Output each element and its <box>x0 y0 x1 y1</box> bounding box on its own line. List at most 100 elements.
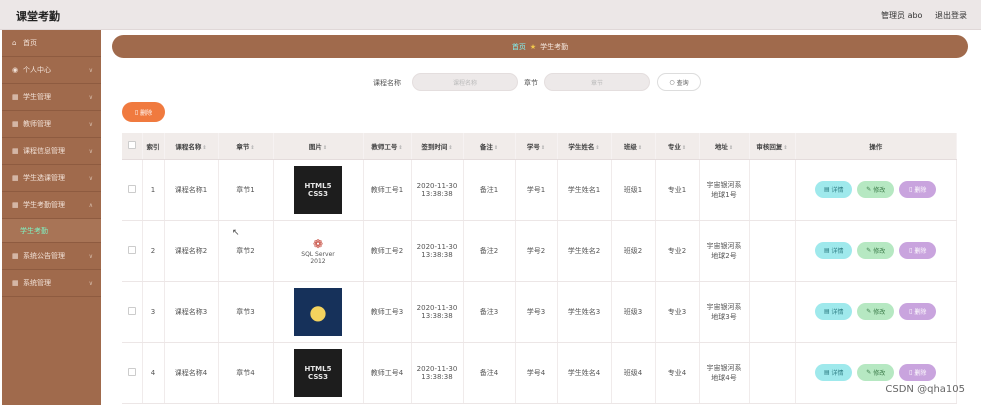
cell-class: 班级2 <box>611 220 656 282</box>
batch-delete-button[interactable]: ▯ 删除 <box>122 102 165 122</box>
header-signin-time[interactable]: 签到时间⇕ <box>411 133 464 160</box>
breadcrumb-home[interactable]: 首页 <box>512 42 526 52</box>
sidebar-item-attendance[interactable]: ▦ 学生考勤管理 ∧ <box>2 192 101 219</box>
cell-address: 宇宙银河系 地球1号 <box>699 159 750 221</box>
cell-review-reply <box>749 342 796 404</box>
sort-icon[interactable]: ⇕ <box>541 145 545 151</box>
delete-button[interactable]: ▯ 删除 <box>899 303 937 320</box>
header-course[interactable]: 课程名称⇕ <box>164 133 219 160</box>
header-teacher-id[interactable]: 教师工号⇕ <box>363 133 412 160</box>
header-class[interactable]: 班级⇕ <box>611 133 656 160</box>
sidebar-subitem-attendance[interactable]: 学生考勤 <box>2 219 101 243</box>
course-image[interactable]: ❁ SQL Server 2012 <box>294 226 342 275</box>
header-image[interactable]: 图片⇕ <box>273 133 364 160</box>
signin-time: 13:38:38 <box>421 311 453 320</box>
sort-icon[interactable]: ⇕ <box>398 145 402 151</box>
sidebar-item-students[interactable]: ▦ 学生管理 ∨ <box>2 84 101 111</box>
sort-icon[interactable]: ⇕ <box>729 145 733 151</box>
course-image[interactable]: HTML5 CSS3 <box>294 348 342 397</box>
address-line: 地球1号 <box>711 190 737 199</box>
edit-button[interactable]: ✎ 修改 <box>857 303 895 320</box>
detail-button[interactable]: ▤ 详情 <box>815 364 853 381</box>
grid-icon: ▦ <box>12 146 19 155</box>
row-checkbox[interactable] <box>127 245 136 254</box>
sidebar-item-label: 教师管理 <box>23 120 51 128</box>
cell-student-id: 学号1 <box>515 159 558 221</box>
header-review-reply[interactable]: 审核回复⇕ <box>749 133 796 160</box>
row-checkbox[interactable] <box>127 184 136 193</box>
row-checkbox-cell[interactable] <box>122 220 143 282</box>
detail-label: 详情 <box>831 370 844 377</box>
sidebar-item-announcements[interactable]: ▦ 系统公告管理 ∨ <box>2 243 101 270</box>
sort-icon[interactable]: ⇕ <box>202 145 206 151</box>
address-line: 宇宙银河系 <box>706 363 742 372</box>
row-checkbox[interactable] <box>127 306 136 315</box>
course-image[interactable]: HTML5 CSS3 <box>294 165 342 214</box>
header-student-name[interactable]: 学生姓名⇕ <box>557 133 612 160</box>
sort-icon[interactable]: ⇕ <box>323 145 327 151</box>
logout-link[interactable]: 退出登录 <box>935 11 967 20</box>
sidebar-item-profile[interactable]: ◉ 个人中心 ∨ <box>2 57 101 84</box>
sidebar-item-enrollment[interactable]: ▦ 学生选课管理 ∨ <box>2 165 101 192</box>
signin-date: 2020-11-30 <box>416 303 458 312</box>
sidebar-item-teachers[interactable]: ▦ 教师管理 ∨ <box>2 111 101 138</box>
edit-button[interactable]: ✎ 修改 <box>857 181 895 198</box>
cell-class: 班级3 <box>611 281 656 343</box>
cell-major: 专业3 <box>655 281 700 343</box>
row-checkbox-cell[interactable] <box>122 342 143 404</box>
sort-icon[interactable]: ⇕ <box>783 145 787 151</box>
delete-button[interactable]: ▯ 删除 <box>899 242 937 259</box>
table-row: 3 课程名称3 章节3 ● 教师工号3 2020-11-30 13:38:38 备… <box>122 281 957 343</box>
row-checkbox-cell[interactable] <box>122 281 143 343</box>
cell-address: 宇宙银河系 地球3号 <box>699 281 750 343</box>
query-button[interactable]: ○ 查询 <box>657 73 701 91</box>
detail-label: 详情 <box>831 309 844 316</box>
mouse-cursor-icon: ↖ <box>232 228 240 238</box>
sidebar-item-label: 学生管理 <box>23 93 51 101</box>
cell-address: 宇宙银河系 地球4号 <box>699 342 750 404</box>
detail-button[interactable]: ▤ 详情 <box>815 303 853 320</box>
delete-button[interactable]: ▯ 删除 <box>899 181 937 198</box>
cell-major: 专业2 <box>655 220 700 282</box>
sort-icon[interactable]: ⇕ <box>494 145 498 151</box>
header-note[interactable]: 备注⇕ <box>463 133 516 160</box>
cell-address: 宇宙银河系 地球2号 <box>699 220 750 282</box>
cell-major: 专业4 <box>655 342 700 404</box>
cell-chapter: 章节3 <box>218 281 274 343</box>
header-chapter[interactable]: 章节⇕ <box>218 133 274 160</box>
sort-icon[interactable]: ⇕ <box>595 145 599 151</box>
sidebar-item-system[interactable]: ▦ 系统管理 ∨ <box>2 270 101 297</box>
sort-icon[interactable]: ⇕ <box>448 145 452 151</box>
chapter-input[interactable]: 章节 <box>544 73 650 91</box>
grid-icon: ▦ <box>12 278 19 287</box>
detail-button[interactable]: ▤ 详情 <box>815 242 853 259</box>
detail-button[interactable]: ▤ 详情 <box>815 181 853 198</box>
sort-icon[interactable]: ⇕ <box>682 145 686 151</box>
table-row: 2 课程名称2 章节2 ❁ SQL Server 2012 教师工号2 2020-… <box>122 220 957 282</box>
delete-button[interactable]: ▯ 删除 <box>899 364 937 381</box>
cell-student-id: 学号3 <box>515 281 558 343</box>
address-line: 地球3号 <box>711 312 737 321</box>
sidebar-item-courses[interactable]: ▦ 课程信息管理 ∨ <box>2 138 101 165</box>
select-all-checkbox-cell[interactable] <box>122 133 143 160</box>
main-content: 首页 ★ 学生考勤 课程名称 课程名称 章节 章节 ○ 查询 ▯ 删除 索引 课… <box>101 30 979 405</box>
edit-button[interactable]: ✎ 修改 <box>857 364 895 381</box>
select-all-checkbox[interactable] <box>127 140 136 149</box>
sort-icon[interactable]: ⇕ <box>638 145 642 151</box>
row-checkbox[interactable] <box>127 367 136 376</box>
chevron-down-icon: ∨ <box>88 280 93 287</box>
header-address[interactable]: 地址⇕ <box>699 133 750 160</box>
header-actions: 操作 <box>795 133 957 160</box>
edit-button[interactable]: ✎ 修改 <box>857 242 895 259</box>
cell-index: 3 <box>142 281 165 343</box>
row-checkbox-cell[interactable] <box>122 159 143 221</box>
pencil-icon: ✎ <box>866 369 874 376</box>
sort-icon[interactable]: ⇕ <box>250 145 254 151</box>
home-icon: ⌂ <box>12 38 17 47</box>
sidebar-item-home[interactable]: ⌂ 首页 <box>2 30 101 57</box>
header-major[interactable]: 专业⇕ <box>655 133 700 160</box>
course-image[interactable]: ● <box>294 287 342 336</box>
edit-label: 修改 <box>873 309 886 316</box>
header-student-id[interactable]: 学号⇕ <box>515 133 558 160</box>
course-name-input[interactable]: 课程名称 <box>412 73 518 91</box>
